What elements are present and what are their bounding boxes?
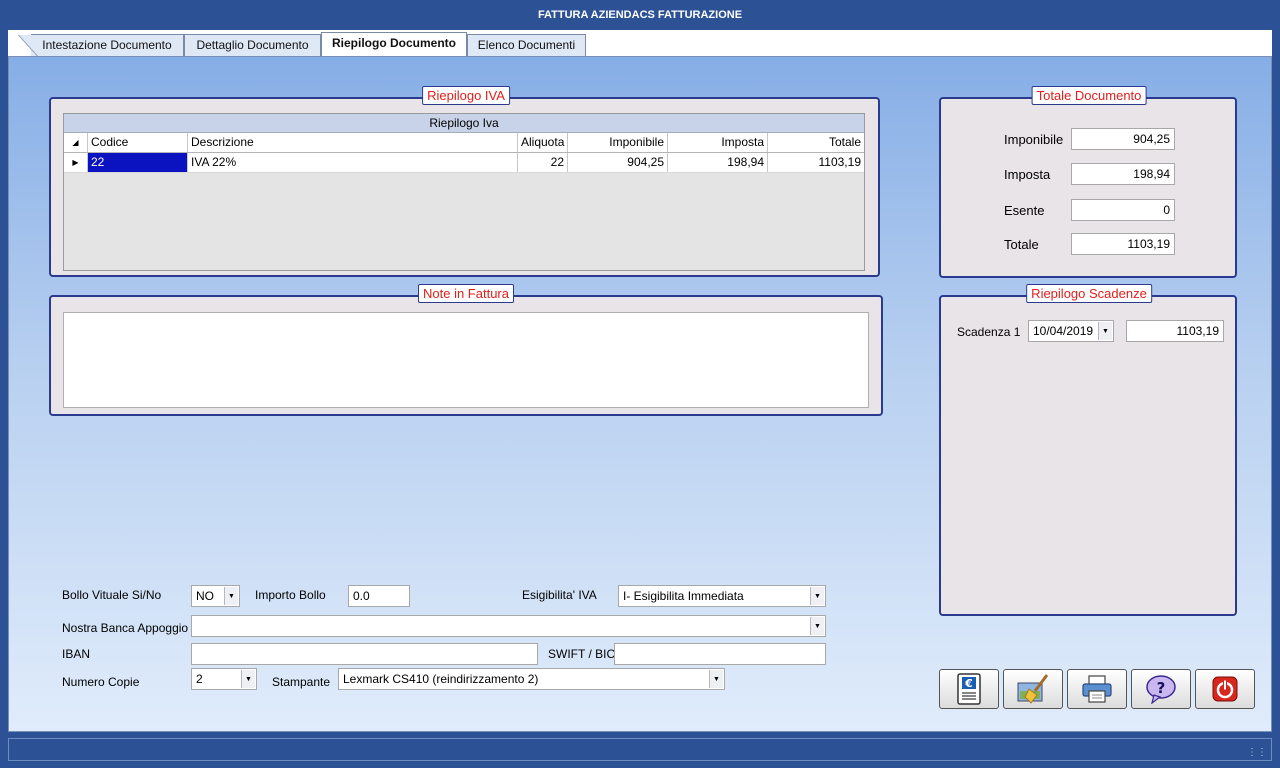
broom-clear-icon [1017, 674, 1049, 704]
exit-button[interactable] [1195, 669, 1255, 709]
bollo-value: NO [196, 589, 214, 603]
iva-grid[interactable]: Riepilogo Iva ◢ Codice Descrizione Aliqu… [63, 113, 865, 271]
chevron-down-icon[interactable]: ▼ [241, 670, 255, 688]
cell-codice[interactable]: 22 [88, 153, 188, 172]
importo-bollo-label: Importo Bollo [255, 588, 326, 602]
help-icon: ? [1146, 675, 1176, 704]
cell-aliquota[interactable]: 22 [518, 153, 568, 172]
totale-documento-title: Totale Documento [1031, 86, 1147, 105]
status-bar: ⋮⋮ [8, 738, 1272, 761]
imposta-field[interactable]: 198,94 [1071, 163, 1175, 185]
euro-document-icon: € [957, 673, 981, 705]
esigibilita-select[interactable]: I- Esigibilita Immediata ▼ [618, 585, 826, 607]
cell-imponibile[interactable]: 904,25 [568, 153, 668, 172]
note-textarea[interactable] [63, 312, 869, 408]
imposta-label: Imposta [1004, 167, 1051, 182]
note-group: Note in Fattura [49, 284, 883, 416]
tab-strip: Intestazione Documento Dettaglio Documen… [8, 30, 1272, 57]
scadenza-1-label: Scadenza 1 [957, 325, 1021, 339]
imponibile-label: Imponibile [1004, 132, 1064, 147]
scadenza-1-date: 10/04/2019 [1033, 324, 1094, 338]
copie-label: Numero Copie [62, 675, 140, 689]
cell-imposta[interactable]: 198,94 [668, 153, 768, 172]
svg-text:?: ? [1157, 679, 1166, 697]
chevron-down-icon[interactable]: ▼ [810, 617, 824, 635]
importo-bollo-field[interactable]: 0.0 [348, 585, 410, 607]
print-button[interactable] [1067, 669, 1127, 709]
col-header-totale[interactable]: Totale [768, 133, 864, 152]
scadenza-1-amount[interactable]: 1103,19 [1126, 320, 1224, 342]
iva-grid-caption: Riepilogo Iva [64, 114, 864, 133]
totale-documento-group: Totale Documento Imponibile 904,25 Impos… [939, 86, 1237, 278]
scadenze-group: Riepilogo Scadenze Scadenza 1 10/04/2019… [939, 284, 1237, 616]
scadenze-title: Riepilogo Scadenze [1026, 284, 1152, 303]
col-header-codice[interactable]: Codice [88, 133, 188, 152]
chevron-down-icon[interactable]: ▼ [709, 670, 723, 688]
printer-icon [1082, 675, 1112, 703]
bollo-label: Bollo Vituale Si/No [62, 588, 162, 602]
stampante-value: Lexmark CS410 (reindirizzamento 2) [343, 672, 539, 686]
window-title: FATTURA AZIENDACS FATTURAZIONE [0, 0, 1280, 30]
note-title: Note in Fattura [418, 284, 514, 303]
tab-dettaglio-documento[interactable]: Dettaglio Documento [184, 34, 321, 56]
col-header-aliquota[interactable]: Aliquota [518, 133, 568, 152]
resize-grip-icon[interactable]: ⋮⋮ [1247, 747, 1267, 758]
row-header-corner-icon: ◢ [64, 133, 88, 152]
esente-label: Esente [1004, 203, 1045, 218]
swift-field[interactable] [614, 643, 826, 665]
totale-field[interactable]: 1103,19 [1071, 233, 1175, 255]
col-header-imposta[interactable]: Imposta [668, 133, 768, 152]
scadenza-1-date-picker[interactable]: 10/04/2019 ▼ [1028, 320, 1114, 342]
stampante-label: Stampante [272, 675, 331, 689]
iva-summary-title: Riepilogo IVA [422, 86, 510, 105]
copie-select[interactable]: 2 ▼ [191, 668, 257, 690]
swift-label: SWIFT / BIC [548, 647, 616, 661]
esente-field[interactable]: 0 [1071, 199, 1175, 221]
totale-label: Totale [1004, 237, 1039, 252]
cell-totale[interactable]: 1103,19 [768, 153, 864, 172]
iban-field[interactable] [191, 643, 538, 665]
iva-grid-header: ◢ Codice Descrizione Aliquota Imponibile… [64, 133, 864, 153]
col-header-descrizione[interactable]: Descrizione [188, 133, 518, 152]
esigibilita-label: Esigibilita' IVA [522, 588, 597, 602]
help-button[interactable]: ? [1131, 669, 1191, 709]
esigibilita-value: I- Esigibilita Immediata [623, 589, 744, 603]
col-header-imponibile[interactable]: Imponibile [568, 133, 668, 152]
banca-select[interactable]: ▼ [191, 615, 826, 637]
power-exit-icon [1212, 676, 1238, 702]
stampante-select[interactable]: Lexmark CS410 (reindirizzamento 2) ▼ [338, 668, 725, 690]
chevron-down-icon[interactable]: ▼ [810, 587, 824, 605]
chevron-down-icon[interactable]: ▼ [1098, 322, 1112, 340]
iva-summary-group: Riepilogo IVA Riepilogo Iva ◢ Codice Des… [49, 86, 880, 277]
tab-intestazione-documento[interactable]: Intestazione Documento [18, 34, 184, 57]
invoice-euro-button[interactable]: € [939, 669, 999, 709]
tab-elenco-documenti[interactable]: Elenco Documenti [467, 34, 586, 56]
iban-label: IBAN [62, 647, 91, 661]
copie-value: 2 [196, 672, 203, 686]
clear-button[interactable] [1003, 669, 1063, 709]
bollo-select[interactable]: NO ▼ [191, 585, 240, 607]
tab-riepilogo-documento[interactable]: Riepilogo Documento [321, 32, 467, 56]
row-pointer-icon: ▶ [64, 153, 88, 172]
tab-panel-riepilogo: Riepilogo IVA Riepilogo Iva ◢ Codice Des… [8, 56, 1272, 732]
chevron-down-icon[interactable]: ▼ [224, 587, 238, 605]
svg-text:€: € [964, 677, 973, 690]
table-row[interactable]: ▶ 22 IVA 22% 22 904,25 198,94 1103,19 [64, 153, 864, 173]
imponibile-field[interactable]: 904,25 [1071, 128, 1175, 150]
cell-descrizione[interactable]: IVA 22% [188, 153, 518, 172]
banca-label: Nostra Banca Appoggio [62, 621, 189, 635]
